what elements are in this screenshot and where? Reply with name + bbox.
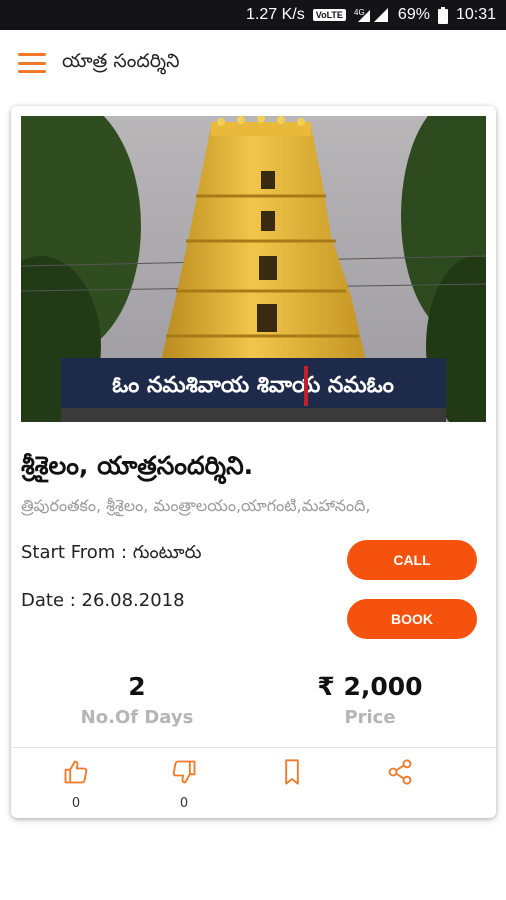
start-from: Start From : గుంటూరు [21, 542, 202, 563]
share-icon[interactable] [386, 758, 414, 786]
bookmark-icon[interactable] [278, 758, 306, 786]
network-speed: 1.27 K/s [246, 6, 305, 23]
price-label: Price [344, 707, 396, 728]
trip-places: త్రిపురంతకం, శ్రీశైలం, మంత్రాలయం,యాగంటి,… [21, 496, 371, 515]
signal-icon: 4G [354, 8, 388, 22]
bookmark-action[interactable] [272, 758, 312, 786]
price-stat: ₹ 2,000 Price [270, 672, 470, 728]
divider [11, 747, 496, 748]
trip-card[interactable]: ఓం నమశివాయ శివాయ నమఓం శ్రీశైలం, యాత్రసంద… [11, 106, 496, 818]
share-action[interactable] [380, 758, 420, 786]
temple-banner-text: ఓం నమశివాయ శివాయ నమఓం [112, 373, 394, 398]
menu-icon[interactable] [18, 53, 46, 73]
volte-badge: VoLTE [312, 9, 346, 21]
book-button[interactable]: BOOK [347, 599, 477, 639]
days-stat: 2 No.Of Days [37, 672, 237, 728]
call-button[interactable]: CALL [347, 540, 477, 580]
battery-icon [437, 6, 448, 24]
temple-image[interactable]: ఓం నమశివాయ శివాయ నమఓం [21, 116, 486, 422]
dislike-count: 0 [179, 796, 189, 811]
price-value: ₹ 2,000 [317, 672, 423, 701]
network-type: 4G [354, 8, 365, 17]
thumbs-up-icon[interactable] [62, 758, 90, 786]
like-count: 0 [71, 796, 81, 811]
clock: 10:31 [455, 6, 496, 23]
days-value: 2 [128, 672, 146, 701]
trip-title: శ్రీశైలం, యాత్రసందర్శిని. [21, 451, 254, 480]
like-action[interactable]: 0 [56, 758, 96, 811]
dislike-action[interactable]: 0 [164, 758, 204, 811]
trip-date: Date : 26.08.2018 [21, 590, 185, 611]
days-label: No.Of Days [80, 707, 194, 728]
status-bar: 1.27 K/s VoLTE 4G 69% 10:31 [0, 0, 506, 30]
thumbs-down-icon[interactable] [170, 758, 198, 786]
battery-percent: 69% [397, 6, 430, 23]
app-bar: యాత్ర సందర్శిని [0, 30, 506, 96]
app-title: యాత్ర సందర్శిని [62, 49, 180, 72]
